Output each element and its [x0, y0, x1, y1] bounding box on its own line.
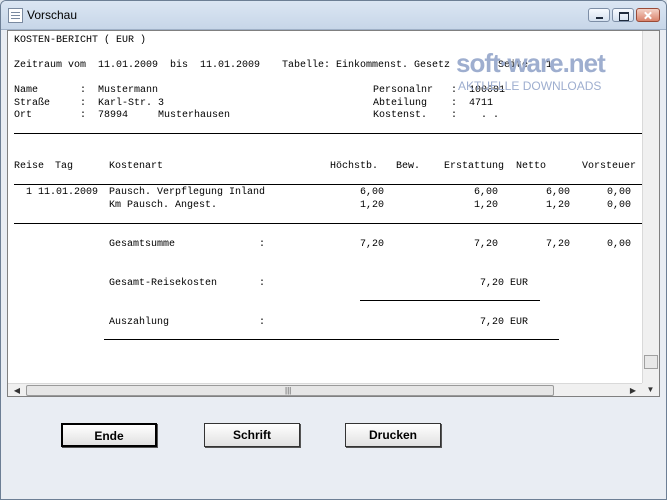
- scroll-thumb[interactable]: [644, 355, 658, 369]
- dept-value: 4711: [469, 98, 494, 109]
- col-type: Kostenart: [109, 161, 164, 172]
- title-bar[interactable]: Vorschau: [1, 1, 666, 30]
- name-label: Name: [14, 85, 39, 96]
- col-day: Tag: [55, 161, 74, 172]
- divider: [104, 339, 559, 340]
- sum-vat: 0,00: [606, 239, 631, 250]
- maximize-button[interactable]: [612, 8, 634, 22]
- row-max: 1,20: [359, 200, 384, 211]
- scroll-corner: ▼: [642, 383, 659, 396]
- street-value: Karl-Str. 3: [98, 98, 165, 109]
- row-max: 6,00: [359, 187, 384, 198]
- row-net: 6,00: [545, 187, 570, 198]
- colon: :: [259, 278, 266, 289]
- sum-net: 7,20: [545, 239, 570, 250]
- colon: :: [80, 110, 87, 121]
- minimize-button[interactable]: [588, 8, 610, 22]
- row-trip: 1: [26, 187, 33, 198]
- grip-icon: |||: [285, 386, 292, 395]
- schrift-button[interactable]: Schrift: [204, 423, 300, 447]
- close-button[interactable]: [636, 8, 660, 22]
- row-type: Pausch. Verpflegung Inland: [109, 187, 266, 198]
- trip-cost-label: Gesamt-Reisekosten: [109, 278, 218, 289]
- report-document: KOSTEN-BERICHT ( EUR ) Zeitraum vom 11.0…: [8, 31, 642, 383]
- trip-cost-value: 7,20 EUR: [479, 278, 528, 289]
- colon: :: [80, 85, 87, 96]
- persnr-label: Personalnr: [373, 85, 434, 96]
- col-max: Höchstb.: [330, 161, 379, 172]
- colon: :: [259, 239, 266, 250]
- report-period: Zeitraum vom 11.01.2009 bis 11.01.2009: [14, 60, 261, 71]
- street-label: Straße: [14, 98, 51, 109]
- divider: [14, 184, 642, 185]
- sum-label: Gesamtsumme: [109, 239, 176, 250]
- colon: :: [259, 317, 266, 328]
- col-vat: Vorsteuer: [582, 161, 637, 172]
- scroll-thumb[interactable]: |||: [26, 385, 554, 396]
- zip-value: 78994: [98, 110, 129, 121]
- scroll-down-icon[interactable]: ▼: [642, 383, 659, 396]
- cost-value: . .: [481, 110, 500, 121]
- row-vat: 0,00: [606, 200, 631, 211]
- col-trip: Reise: [14, 161, 45, 172]
- city-value: Musterhausen: [158, 110, 231, 121]
- drucken-button[interactable]: Drucken: [345, 423, 441, 447]
- col-weight: Bew.: [396, 161, 421, 172]
- divider: [14, 133, 642, 134]
- divider: [14, 223, 642, 224]
- report-preview-panel: KOSTEN-BERICHT ( EUR ) Zeitraum vom 11.0…: [7, 30, 660, 397]
- scroll-left-icon[interactable]: ◀: [10, 384, 24, 396]
- dept-label: Abteilung: [373, 98, 428, 109]
- city-label: Ort: [14, 110, 33, 121]
- payout-value: 7,20 EUR: [479, 317, 528, 328]
- document-icon: [8, 8, 23, 23]
- report-table: Tabelle: Einkommenst. Gesetz: [282, 60, 451, 71]
- row-refund: 6,00: [473, 187, 498, 198]
- row-date: 11.01.2009: [38, 187, 99, 198]
- col-refund: Erstattung: [444, 161, 505, 172]
- vertical-scrollbar[interactable]: [642, 31, 659, 383]
- sum-refund: 7,20: [473, 239, 498, 250]
- watermark-tagline: AKTUELLE DOWNLOADS: [458, 79, 602, 93]
- watermark: soft·ware.net AKTUELLE DOWNLOADS: [456, 48, 606, 93]
- cost-label: Kostenst.: [373, 110, 428, 121]
- sum-max: 7,20: [359, 239, 384, 250]
- scroll-right-icon[interactable]: ▶: [626, 384, 640, 396]
- preview-window: Vorschau KOSTEN-BERICHT ( EUR ) Zeitraum…: [0, 0, 667, 500]
- colon: :: [451, 110, 458, 121]
- window-title: Vorschau: [27, 8, 78, 22]
- row-vat: 0,00: [606, 187, 631, 198]
- colon: :: [80, 98, 87, 109]
- colon: :: [451, 98, 458, 109]
- row-refund: 1,20: [473, 200, 498, 211]
- col-net: Netto: [516, 161, 547, 172]
- horizontal-scrollbar[interactable]: ◀ ||| ▶: [8, 383, 642, 396]
- payout-label: Auszahlung: [109, 317, 170, 328]
- watermark-logo: soft·ware.net: [456, 48, 606, 78]
- row-net: 1,20: [545, 200, 570, 211]
- ende-button[interactable]: Ende: [61, 423, 157, 447]
- report-heading: KOSTEN-BERICHT ( EUR ): [14, 35, 147, 46]
- name-value: Mustermann: [98, 85, 159, 96]
- row-type: Km Pausch. Angest.: [109, 200, 218, 211]
- divider: [360, 300, 540, 301]
